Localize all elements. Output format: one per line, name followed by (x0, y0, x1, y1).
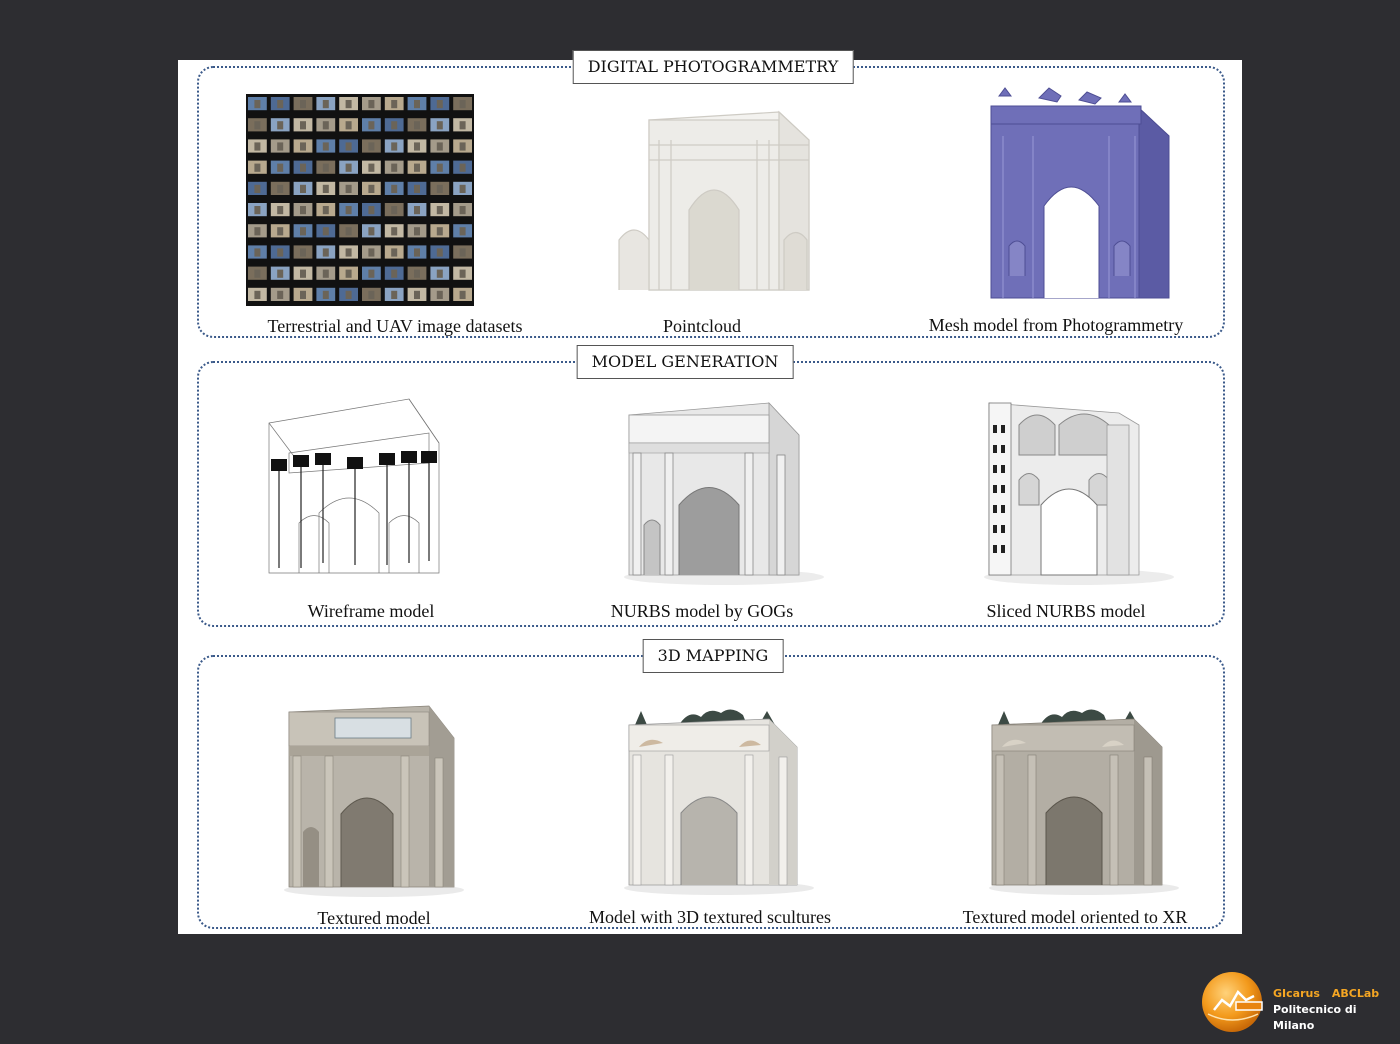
caption-xr-model: Textured model oriented to XR (962, 907, 1188, 927)
caption-wireframe: Wireframe model (307, 601, 435, 621)
caption-sliced-nurbs: Sliced NURBS model (986, 601, 1146, 621)
panel-3d-mapping: 3D MAPPING Textured model Model with 3D … (197, 639, 1225, 929)
textured-arch-image (279, 702, 469, 897)
caption-textured-model: Textured model (317, 908, 431, 928)
panel-title-photogrammetry: DIGITAL PHOTOGRAMMETRY (572, 50, 854, 84)
lab-logo-icon (1200, 970, 1270, 1034)
caption-pointcloud: Pointcloud (662, 316, 742, 336)
mesh-arch-image (969, 86, 1179, 306)
sculptures-arch-image (619, 695, 819, 895)
panel-title-model-generation: MODEL GENERATION (576, 345, 794, 379)
image-dataset-thumbnail-grid (246, 94, 474, 306)
logo-org-gicarus: GIcarus (1273, 987, 1320, 1000)
nurbs-arch-image (619, 395, 829, 585)
logo-institution: Politecnico di Milano (1273, 1003, 1357, 1032)
caption-mesh-model: Mesh model from Photogrammetry (928, 315, 1184, 335)
panel-model-generation: MODEL GENERATION Wireframe model NURBS m… (197, 345, 1225, 627)
caption-image-datasets: Terrestrial and UAV image datasets (267, 316, 523, 336)
sliced-nurbs-arch-image (979, 395, 1179, 585)
panel-photogrammetry: DIGITAL PHOTOGRAMMETRY Terrestrial and U… (197, 50, 1225, 338)
wireframe-arch-image (259, 393, 459, 583)
workflow-figure: DIGITAL PHOTOGRAMMETRY Terrestrial and U… (178, 50, 1242, 934)
xr-textured-arch-image (984, 695, 1184, 895)
caption-nurbs: NURBS model by GOGs (610, 601, 794, 621)
pointcloud-arch-image (609, 100, 819, 300)
logo-org-abclab: ABCLab (1331, 987, 1380, 1000)
lab-logo-text: GIcarus ABCLab Politecnico di Milano (1273, 986, 1400, 1034)
caption-sculptures-model: Model with 3D textured scultures (589, 907, 831, 927)
panel-title-3d-mapping: 3D MAPPING (642, 639, 784, 673)
